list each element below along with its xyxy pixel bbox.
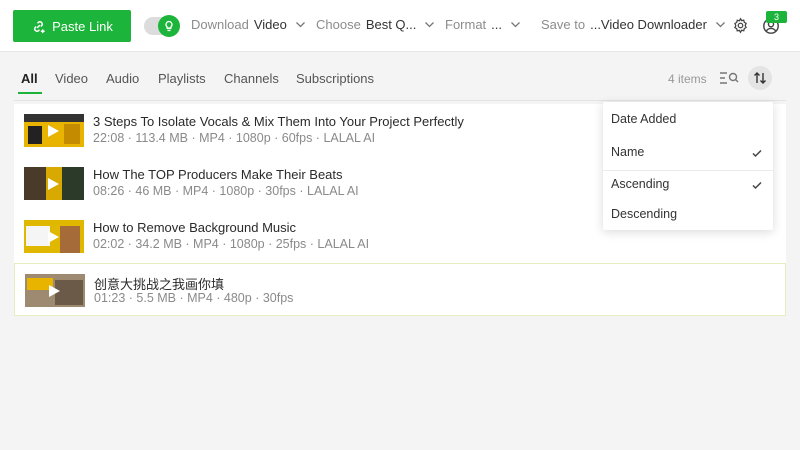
play-icon (48, 178, 59, 190)
download-type-select[interactable]: Download Video (191, 17, 306, 32)
tab-video[interactable]: Video (55, 71, 88, 86)
sort-menu: Date Added Name Ascending Descending (603, 102, 773, 230)
format-select[interactable]: Format ... (445, 17, 521, 32)
paste-link-label: Paste Link (52, 18, 113, 34)
smart-mode-toggle[interactable] (144, 15, 180, 37)
item-meta: 01:23 · 5.5 MB · MP4 · 480p · 30fps (94, 291, 294, 305)
checkmark-icon (752, 149, 762, 158)
top-toolbar: Paste Link Download Video Choose Best Q.… (0, 0, 800, 52)
video-thumbnail (24, 114, 84, 147)
tab-all[interactable]: All (21, 71, 38, 86)
chevron-down-icon (425, 22, 435, 28)
video-thumbnail (24, 220, 84, 253)
tab-audio[interactable]: Audio (106, 71, 139, 86)
chevron-down-icon (295, 22, 305, 28)
sort-option-date-added[interactable]: Date Added (603, 106, 773, 134)
tab-channels[interactable]: Channels (224, 71, 279, 86)
header-divider (14, 100, 786, 101)
item-title: How to Remove Background Music (93, 220, 297, 235)
chevron-down-icon (715, 22, 725, 28)
notification-badge: 3 (766, 11, 787, 23)
play-icon (48, 231, 59, 243)
play-icon (48, 125, 59, 137)
item-meta: 22:08 · 113.4 MB · MP4 · 1080p · 60fps ·… (93, 131, 376, 145)
sort-option-ascending[interactable]: Ascending (603, 171, 773, 199)
tab-subscriptions[interactable]: Subscriptions (296, 71, 374, 86)
item-title: How The TOP Producers Make Their Beats (93, 167, 343, 182)
checkmark-icon (752, 181, 762, 190)
lightbulb-icon (165, 20, 173, 32)
tab-playlists[interactable]: Playlists (158, 71, 206, 86)
filter-list-icon[interactable] (719, 70, 739, 86)
link-plus-icon (34, 20, 45, 33)
item-title: 3 Steps To Isolate Vocals & Mix Them Int… (93, 114, 464, 129)
video-thumbnail (24, 167, 84, 200)
chevron-down-icon (511, 22, 520, 28)
item-meta: 02:02 · 34.2 MB · MP4 · 1080p · 25fps · … (93, 237, 370, 251)
list-item[interactable]: 创意大挑战之我画你填 01:23 · 5.5 MB · MP4 · 480p ·… (14, 263, 786, 316)
gear-icon[interactable] (732, 17, 749, 34)
quality-select[interactable]: Choose Best Q... (316, 17, 435, 32)
sort-option-name[interactable]: Name (603, 139, 773, 167)
sort-option-descending[interactable]: Descending (603, 201, 773, 229)
item-meta: 08:26 · 46 MB · MP4 · 1080p · 30fps · LA… (93, 184, 359, 198)
sort-arrows-icon (754, 72, 766, 84)
save-location-select[interactable]: Save to ...Video Downloader (541, 17, 726, 32)
active-tab-indicator (18, 92, 42, 94)
sort-button[interactable] (748, 66, 772, 90)
paste-link-button[interactable]: Paste Link (13, 10, 131, 42)
items-count: 4 items (668, 72, 707, 86)
video-thumbnail (25, 274, 85, 307)
play-icon (49, 285, 60, 297)
